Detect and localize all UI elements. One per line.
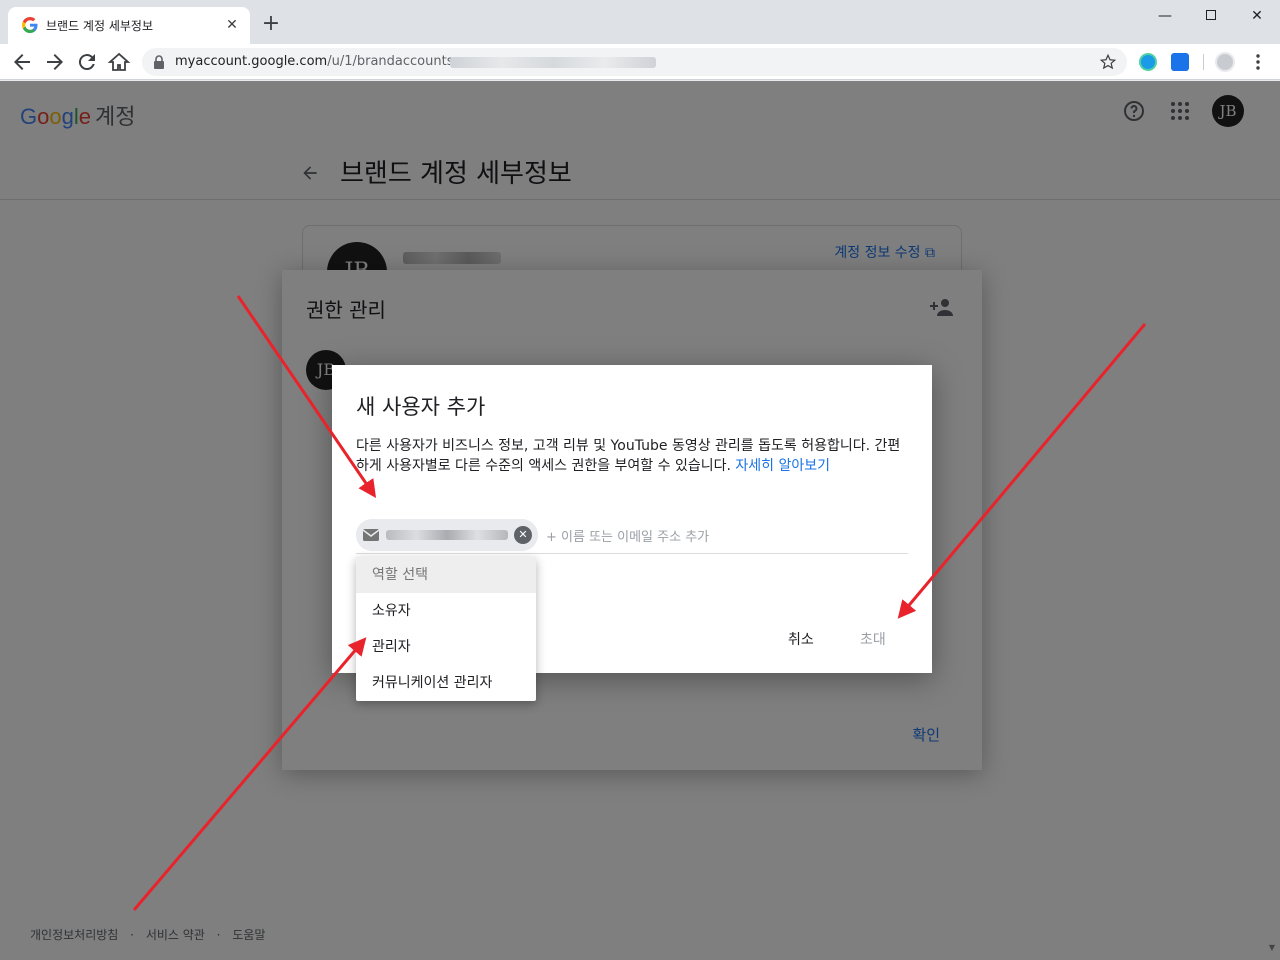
- home-icon: [107, 52, 131, 71]
- recipient-email-redacted: [386, 530, 508, 540]
- window-maximize-button[interactable]: [1188, 4, 1234, 28]
- add-name-or-email-input[interactable]: + 이름 또는 이메일 주소 추가: [546, 526, 709, 545]
- arrow-left-icon: [14, 54, 30, 70]
- role-menu-header: 역할 선택: [356, 557, 536, 593]
- tab-close-icon[interactable]: ✕: [222, 15, 242, 35]
- new-tab-button[interactable]: +: [260, 13, 282, 36]
- address-bar[interactable]: myaccount.google.com/u/1/brandaccounts: [142, 48, 1127, 76]
- invite-button[interactable]: 초대: [860, 629, 886, 649]
- input-underline: [356, 553, 908, 554]
- lock-icon: [154, 55, 164, 69]
- arrow-right-icon: [47, 54, 63, 70]
- profile-icon[interactable]: [1215, 52, 1235, 72]
- window-close-button[interactable]: ✕: [1234, 4, 1280, 28]
- browser-toolbar: myaccount.google.com/u/1/brandaccounts: [0, 44, 1280, 80]
- back-button[interactable]: [10, 50, 34, 74]
- home-button[interactable]: [107, 50, 131, 74]
- browser-tab[interactable]: 브랜드 계정 세부정보 ✕: [8, 7, 250, 44]
- tab-strip: 브랜드 계정 세부정보 ✕ + — ✕: [0, 0, 1280, 44]
- toolbar-divider: [1203, 54, 1204, 70]
- reload-icon: [78, 54, 95, 71]
- url-redacted: [450, 57, 656, 68]
- role-option-owner[interactable]: 소유자: [356, 593, 536, 629]
- url-text: myaccount.google.com/u/1/brandaccounts: [175, 54, 453, 69]
- role-select-menu: 역할 선택 소유자 관리자 커뮤니케이션 관리자: [356, 557, 536, 701]
- cancel-button[interactable]: 취소: [788, 629, 814, 649]
- forward-button[interactable]: [43, 50, 67, 74]
- learn-more-link[interactable]: 자세히 알아보기: [735, 458, 830, 474]
- add-user-description: 다른 사용자가 비즈니스 정보, 고객 리뷰 및 YouTube 동영상 관리를…: [356, 436, 904, 476]
- remove-recipient-icon[interactable]: ✕: [514, 526, 532, 544]
- url-path: /u/1/brandaccounts: [327, 54, 454, 69]
- tab-title: 브랜드 계정 세부정보: [46, 19, 153, 33]
- recipient-chip[interactable]: ✕: [356, 519, 538, 551]
- window-minimize-button[interactable]: —: [1142, 4, 1188, 28]
- maximize-icon: [1206, 10, 1216, 20]
- mail-icon: [362, 529, 380, 541]
- extension-chart-icon[interactable]: [1171, 53, 1189, 71]
- google-favicon-icon: [22, 17, 38, 33]
- role-option-communications-manager[interactable]: 커뮤니케이션 관리자: [356, 665, 536, 701]
- role-option-manager[interactable]: 관리자: [356, 629, 536, 665]
- add-user-dialog-title: 새 사용자 추가: [356, 395, 486, 419]
- bookmark-star-icon[interactable]: [1099, 53, 1117, 71]
- more-vert-icon[interactable]: [1248, 52, 1268, 72]
- url-host: myaccount.google.com: [175, 54, 328, 69]
- extension-icon[interactable]: [1139, 53, 1157, 71]
- reload-button[interactable]: [75, 50, 99, 74]
